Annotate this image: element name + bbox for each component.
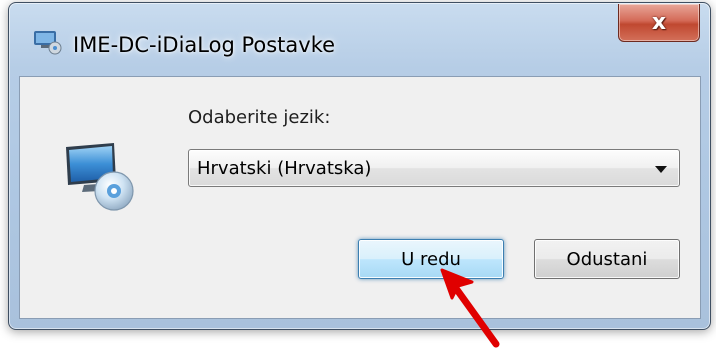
- settings-monitor-icon: [34, 31, 62, 55]
- red-arrow-annotation: [440, 268, 500, 348]
- language-prompt-label: Odaberite jezik:: [188, 107, 331, 128]
- monitor-disc-icon: [66, 143, 134, 211]
- window-title: IME-DC-iDiaLog Postavke: [73, 33, 336, 57]
- title-bar[interactable]: IME-DC-iDiaLog Postavke x: [9, 3, 710, 77]
- dialog-body: Odaberite jezik: Hrvatski (Hrvatska) U r…: [19, 76, 701, 319]
- dialog-window: IME-DC-iDiaLog Postavke x Odaberite jezi…: [8, 2, 711, 330]
- cancel-button[interactable]: Odustani: [534, 239, 680, 279]
- language-select-value: Hrvatski (Hrvatska): [197, 158, 372, 179]
- language-select[interactable]: Hrvatski (Hrvatska): [188, 149, 680, 187]
- close-button[interactable]: x: [618, 4, 700, 42]
- close-icon: x: [651, 9, 667, 35]
- chevron-down-icon[interactable]: [655, 166, 667, 173]
